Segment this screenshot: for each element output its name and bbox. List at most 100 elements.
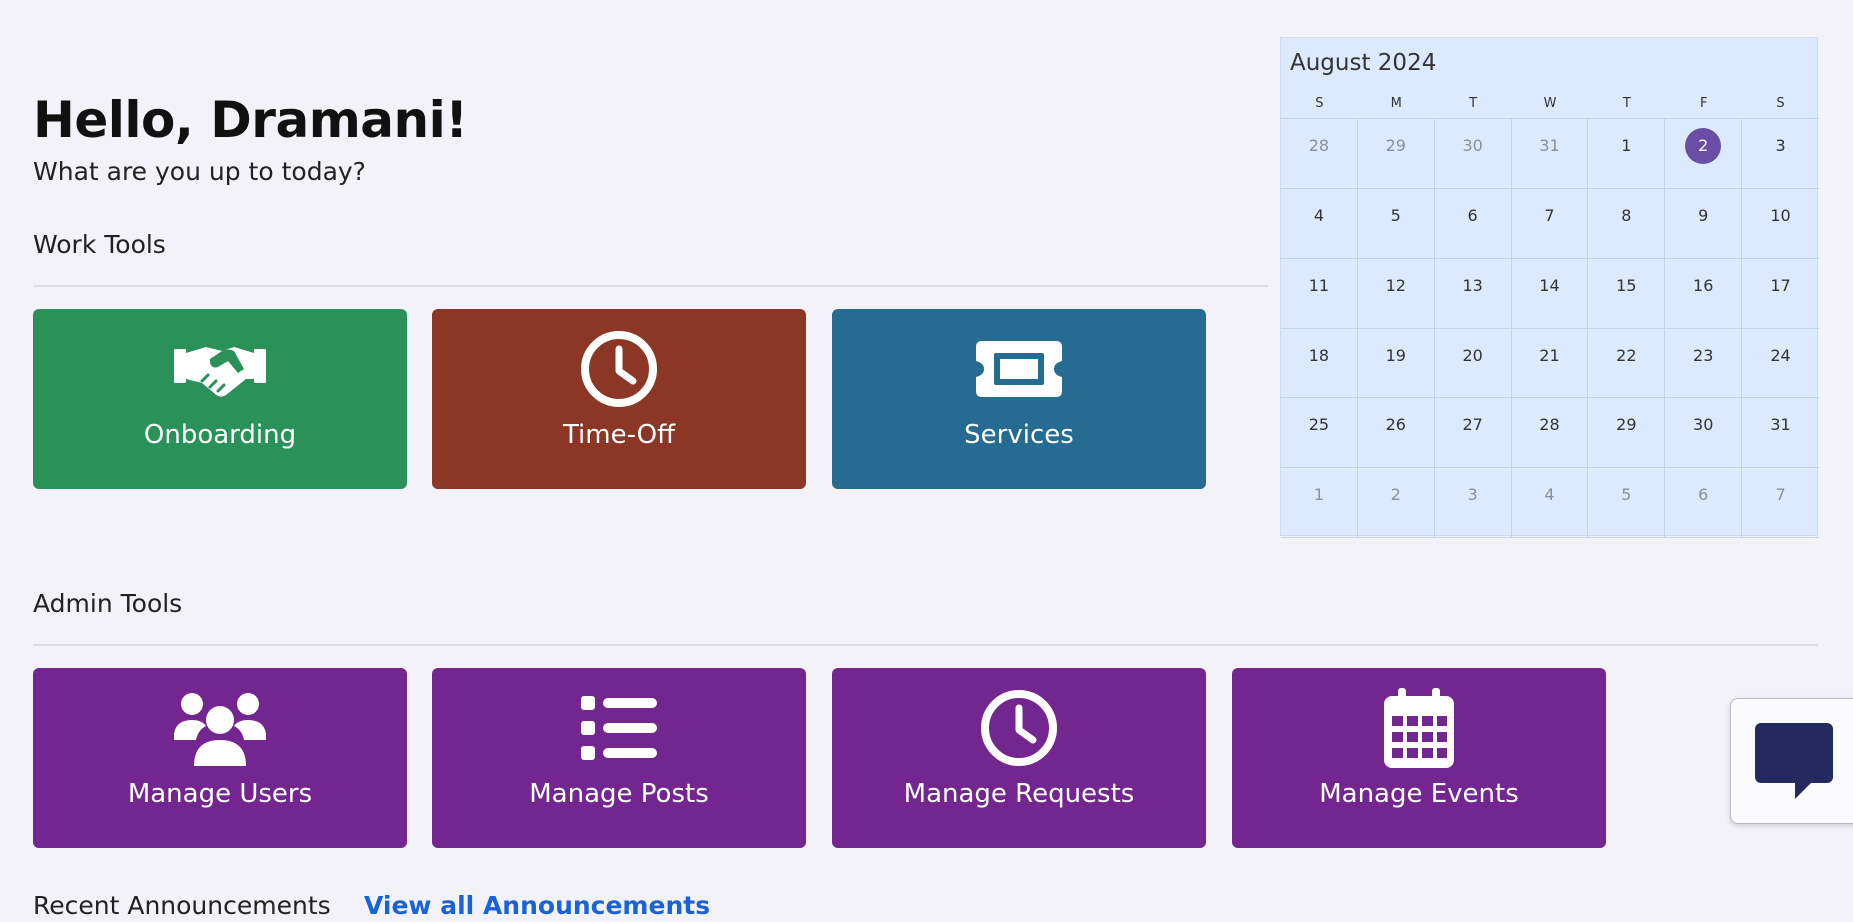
calendar-day-number: 1: [1313, 485, 1325, 505]
manage-posts-label: Manage Posts: [529, 779, 709, 809]
manage-requests-tile[interactable]: Manage Requests: [832, 668, 1206, 848]
calendar-day[interactable]: 7: [1742, 468, 1819, 538]
manage-posts-tile[interactable]: Manage Posts: [432, 668, 806, 848]
calendar-day-number: 13: [1462, 275, 1483, 295]
calendar-day[interactable]: 3: [1742, 119, 1819, 189]
clock-icon: [959, 688, 1079, 768]
calendar-day-number: 5: [1621, 485, 1632, 505]
calendar-day[interactable]: 2: [1357, 468, 1435, 538]
weekday-label: F: [1699, 96, 1708, 111]
calendar-day-number: 26: [1385, 415, 1406, 435]
calendar-day[interactable]: 15: [1588, 258, 1666, 329]
chat-bubble-icon: [1755, 723, 1833, 803]
calendar-day[interactable]: 31: [1742, 398, 1819, 469]
calendar-day-number: 1: [1621, 136, 1632, 155]
calendar-day-number: 19: [1385, 345, 1406, 365]
calendar-day-number: 4: [1544, 485, 1555, 505]
calendar-day-number: 6: [1698, 485, 1709, 505]
manage-events-tile[interactable]: Manage Events: [1232, 668, 1606, 848]
calendar-day[interactable]: 23: [1665, 328, 1743, 399]
calendar-day-number: 2: [1685, 128, 1722, 164]
calendar-day[interactable]: 5: [1357, 188, 1435, 259]
calendar-day[interactable]: 21: [1511, 328, 1589, 399]
calendar-day[interactable]: 13: [1434, 258, 1512, 329]
calendar-day-today[interactable]: 2: [1665, 119, 1743, 189]
calendar-day[interactable]: 28: [1281, 119, 1358, 189]
calendar-day-number: 5: [1390, 205, 1401, 225]
calendar-day[interactable]: 25: [1281, 398, 1358, 469]
calendar-day[interactable]: 18: [1281, 328, 1358, 399]
calendar-day-number: 4: [1313, 205, 1325, 225]
calendar-day-number: 27: [1462, 415, 1483, 435]
work-tools-title: Work Tools: [33, 230, 166, 259]
calendar-day[interactable]: 11: [1281, 258, 1358, 329]
manage-users-label: Manage Users: [127, 779, 313, 809]
calendar-day[interactable]: 8: [1588, 188, 1666, 259]
calendar-day-number: 15: [1616, 275, 1637, 295]
calendar-day-number: 18: [1308, 345, 1330, 365]
calendar-day[interactable]: 26: [1357, 398, 1435, 469]
calendar-day[interactable]: 7: [1511, 188, 1589, 259]
calendar-day[interactable]: 29: [1588, 398, 1666, 469]
greeting-title: Hello, Dramani!: [33, 91, 468, 149]
services-tile[interactable]: Services: [832, 309, 1206, 489]
calendar-day[interactable]: 4: [1511, 468, 1589, 538]
calendar-day[interactable]: 1: [1281, 468, 1358, 538]
calendar-day[interactable]: 6: [1665, 468, 1743, 538]
calendar-icon: [1359, 688, 1479, 768]
calendar-day-number: 9: [1698, 205, 1709, 225]
calendar-day[interactable]: 30: [1434, 119, 1512, 189]
view-all-announcements-link[interactable]: View all Announcements: [364, 890, 710, 922]
chat-button[interactable]: [1730, 698, 1853, 824]
users-icon: [160, 688, 280, 768]
manage-requests-label: Manage Requests: [903, 779, 1135, 809]
calendar-day[interactable]: 16: [1665, 258, 1743, 329]
calendar-day[interactable]: 10: [1742, 189, 1819, 259]
calendar-day-number: 12: [1385, 275, 1406, 295]
calendar-day[interactable]: 31: [1511, 119, 1589, 189]
weekday-label: S: [1776, 96, 1785, 111]
calendar-day[interactable]: 30: [1665, 398, 1743, 469]
calendar-weekday-header: S M T W T F S: [1281, 93, 1819, 115]
calendar-month-title: August 2024: [1290, 50, 1437, 76]
calendar-day[interactable]: 12: [1357, 258, 1435, 329]
calendar-day[interactable]: 19: [1357, 328, 1435, 399]
calendar-day-number: 10: [1770, 205, 1791, 225]
calendar-day[interactable]: 4: [1281, 188, 1358, 259]
calendar-day[interactable]: 1: [1588, 119, 1666, 189]
services-label: Services: [964, 420, 1074, 450]
recent-announcements-title: Recent Announcements: [33, 891, 331, 920]
calendar-day-number: 31: [1770, 415, 1791, 435]
calendar-day[interactable]: 3: [1434, 468, 1512, 538]
weekday-label: T: [1622, 96, 1631, 111]
weekday-label: T: [1469, 96, 1478, 111]
calendar-day[interactable]: 29: [1357, 119, 1435, 189]
calendar-day[interactable]: 17: [1742, 259, 1819, 329]
calendar-day[interactable]: 22: [1588, 328, 1666, 399]
calendar-day-number: 31: [1539, 136, 1560, 155]
calendar-day-number: 7: [1775, 485, 1786, 505]
calendar-day-number: 17: [1770, 275, 1791, 295]
onboarding-label: Onboarding: [143, 420, 297, 450]
handshake-icon: [160, 329, 280, 409]
calendar-day-number: 22: [1616, 345, 1637, 365]
calendar-day[interactable]: 20: [1434, 328, 1512, 399]
calendar-day[interactable]: 27: [1434, 398, 1512, 469]
calendar-day[interactable]: 28: [1511, 398, 1589, 469]
calendar-day[interactable]: 6: [1434, 188, 1512, 259]
work-tools-divider: [33, 285, 1268, 287]
calendar-day-number: 7: [1544, 205, 1555, 225]
calendar-day-number: 29: [1385, 136, 1406, 155]
calendar-day-number: 3: [1775, 136, 1786, 155]
calendar-day[interactable]: 9: [1665, 188, 1743, 259]
calendar-day-number: 28: [1539, 415, 1560, 435]
greeting-subtitle: What are you up to today?: [33, 157, 366, 186]
calendar-day[interactable]: 5: [1588, 468, 1666, 538]
time-off-tile[interactable]: Time-Off: [432, 309, 806, 489]
manage-users-tile[interactable]: Manage Users: [33, 668, 407, 848]
calendar-day[interactable]: 24: [1742, 329, 1819, 399]
calendar-day-number: 2: [1390, 485, 1401, 505]
weekday-label: S: [1315, 96, 1324, 111]
calendar-day[interactable]: 14: [1511, 258, 1589, 329]
onboarding-tile[interactable]: Onboarding: [33, 309, 407, 489]
